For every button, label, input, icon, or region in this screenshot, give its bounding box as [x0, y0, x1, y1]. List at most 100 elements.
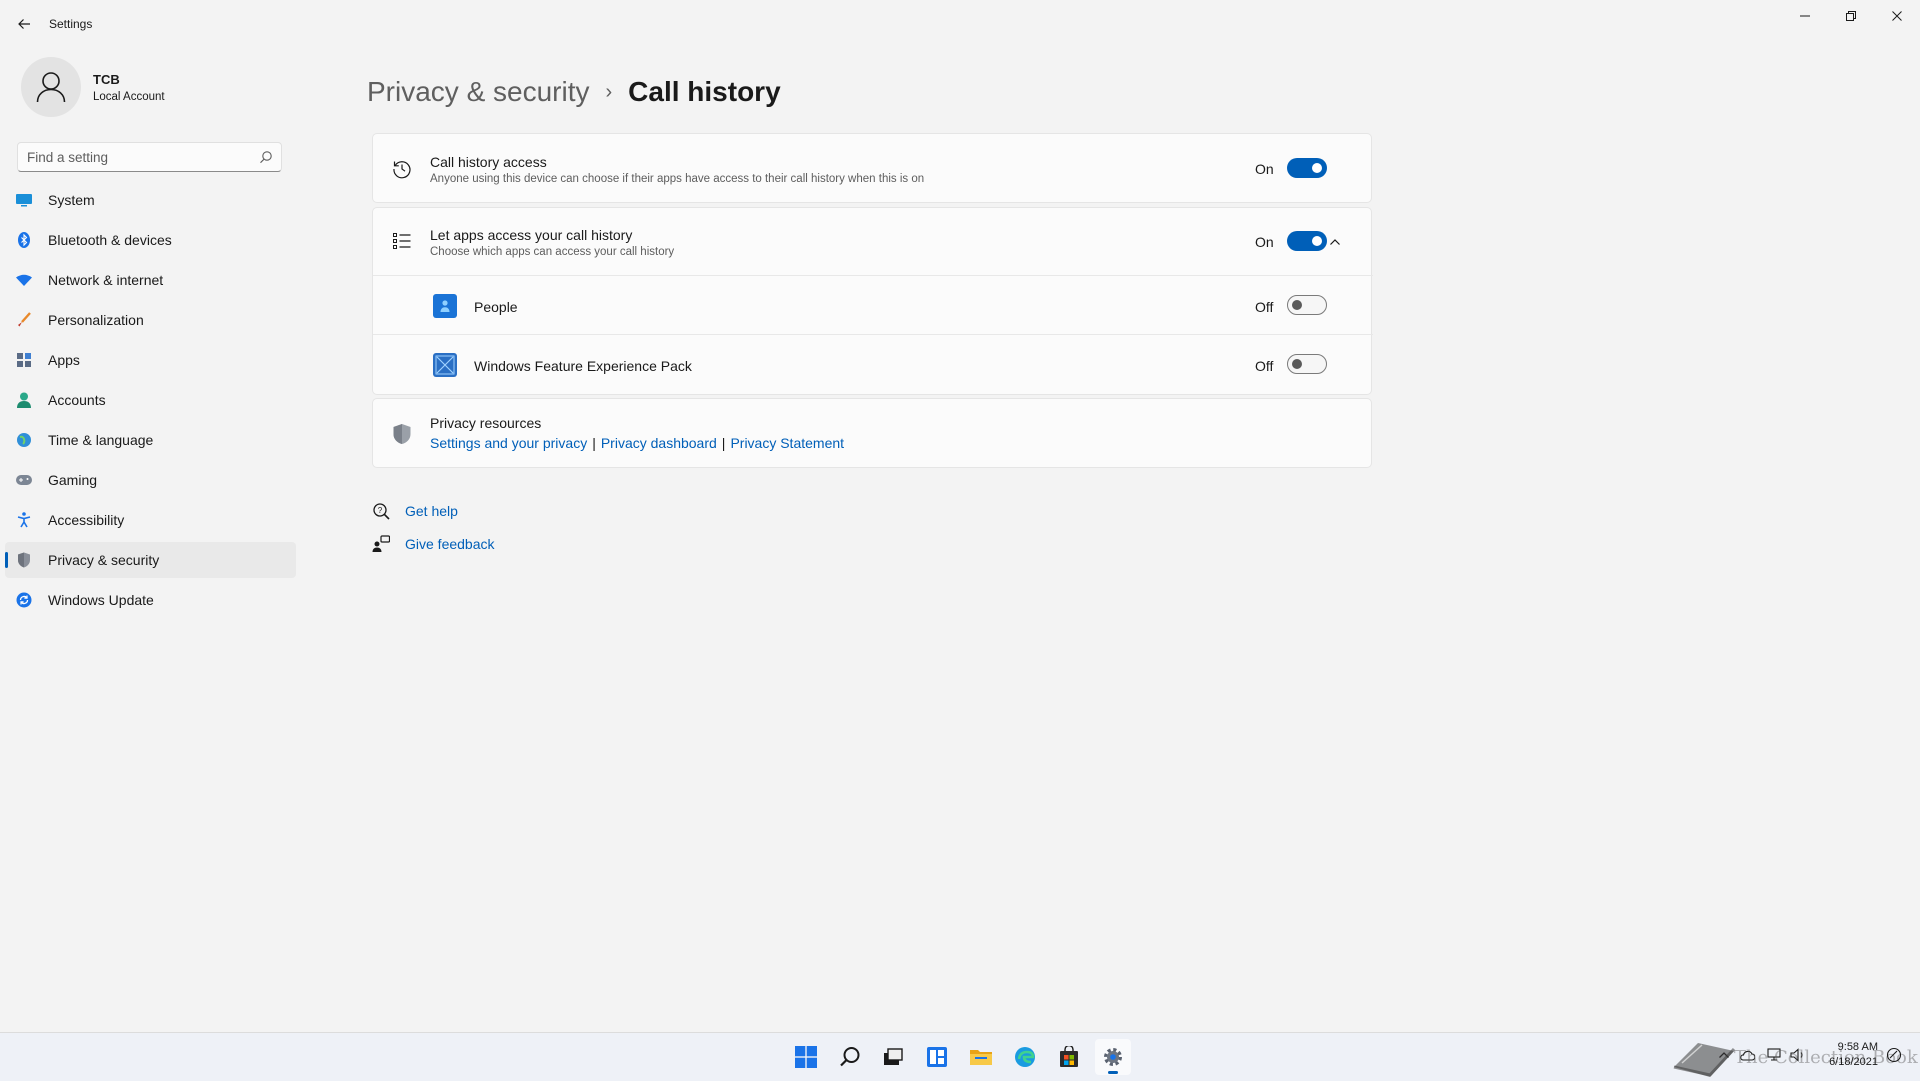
privacy-dashboard-link[interactable]: Privacy dashboard — [601, 435, 717, 451]
sidebar-item-privacy-security[interactable]: Privacy & security — [5, 542, 296, 578]
sidebar-item-bluetooth[interactable]: Bluetooth & devices — [5, 222, 296, 258]
globe-icon — [16, 432, 32, 448]
call-history-access-title: Call history access — [430, 154, 547, 170]
privacy-links: Settings and your privacy | Privacy dashbo… — [430, 435, 844, 453]
privacy-resources-title: Privacy resources — [430, 415, 542, 431]
search-input[interactable] — [18, 143, 247, 171]
sidebar-item-label: Accessibility — [48, 512, 125, 528]
notifications-button[interactable] — [1886, 1047, 1902, 1063]
edge-button[interactable] — [1007, 1039, 1043, 1075]
task-view-button[interactable] — [875, 1039, 911, 1075]
app-state: Off — [1255, 358, 1274, 374]
feature-pack-toggle[interactable] — [1287, 354, 1327, 374]
get-help-row[interactable]: ? Get help — [372, 502, 458, 520]
user-icon — [36, 72, 66, 103]
update-icon — [16, 592, 32, 608]
search-icon — [840, 1047, 860, 1067]
sidebar-item-accounts[interactable]: Accounts — [5, 382, 296, 418]
chevron-right-icon: › — [605, 80, 613, 103]
history-icon — [391, 158, 413, 180]
sidebar-item-label: Apps — [48, 352, 80, 368]
notification-icon — [1886, 1047, 1902, 1063]
app-access-toggle[interactable] — [1287, 231, 1327, 251]
sidebar-item-gaming[interactable]: Gaming — [5, 462, 296, 498]
link-separator: | — [592, 435, 596, 451]
accessibility-icon — [16, 512, 32, 528]
restore-icon — [1846, 11, 1856, 21]
sidebar-item-label: Privacy & security — [48, 552, 160, 568]
clock[interactable]: 9:58 AM 6/18/2021 — [1829, 1040, 1878, 1070]
get-help-link[interactable]: Get help — [405, 503, 458, 519]
people-toggle[interactable] — [1287, 295, 1327, 315]
give-feedback-row[interactable]: Give feedback — [372, 535, 495, 553]
sidebar-item-label: Network & internet — [48, 272, 164, 288]
app-access-description: Choose which apps can access your call h… — [430, 246, 675, 258]
privacy-statement-link[interactable]: Privacy Statement — [730, 435, 844, 451]
list-icon — [391, 230, 413, 252]
app-title: Settings — [49, 17, 93, 31]
app-access-card: Let apps access your call history Choose… — [372, 207, 1373, 395]
app-name: People — [474, 299, 518, 315]
back-button[interactable] — [12, 12, 36, 36]
sidebar-item-time-language[interactable]: Time & language — [5, 422, 296, 458]
sidebar-item-system[interactable]: System — [5, 182, 296, 218]
gamepad-icon — [16, 472, 32, 488]
account-name: TCB — [93, 72, 120, 87]
app-name: Windows Feature Experience Pack — [474, 358, 692, 374]
store-button[interactable] — [1051, 1039, 1087, 1075]
widgets-button[interactable] — [919, 1039, 955, 1075]
collapse-button[interactable] — [1323, 231, 1347, 253]
wifi-icon — [16, 272, 32, 288]
breadcrumb-parent[interactable]: Privacy & security — [367, 76, 590, 108]
restore-button[interactable] — [1828, 0, 1874, 32]
give-feedback-link[interactable]: Give feedback — [405, 536, 495, 552]
get-help-icon: ? — [372, 502, 390, 520]
search-icon[interactable] — [259, 150, 273, 164]
taskbar-search-button[interactable] — [832, 1039, 868, 1075]
privacy-resources-card: Privacy resources Settings and your priv… — [372, 398, 1372, 468]
feature-pack-icon — [433, 353, 457, 377]
widgets-icon — [927, 1047, 947, 1067]
system-icon — [16, 192, 32, 208]
sidebar-item-apps[interactable]: Apps — [5, 342, 296, 378]
sidebar-item-label: Bluetooth & devices — [48, 232, 172, 248]
sidebar-item-windows-update[interactable]: Windows Update — [5, 582, 296, 618]
settings-icon — [1104, 1048, 1122, 1066]
minimize-button[interactable] — [1782, 0, 1828, 32]
sidebar-item-label: Gaming — [48, 472, 98, 488]
close-icon — [1892, 11, 1902, 21]
account-type: Local Account — [93, 91, 165, 103]
close-button[interactable] — [1874, 0, 1920, 32]
divider — [373, 275, 1373, 276]
people-app-icon — [433, 294, 457, 318]
search-box[interactable] — [17, 142, 282, 172]
start-icon — [795, 1046, 817, 1068]
breadcrumb: Privacy & security › Call history — [367, 76, 781, 108]
sidebar-item-personalization[interactable]: Personalization — [5, 302, 296, 338]
task-view-icon — [884, 1048, 903, 1065]
title-bar — [0, 0, 1920, 46]
avatar[interactable] — [21, 57, 81, 117]
bluetooth-icon — [16, 232, 32, 248]
sidebar-item-label: Time & language — [48, 432, 154, 448]
shield-icon — [391, 423, 413, 445]
call-history-access-toggle[interactable] — [1287, 158, 1327, 178]
call-history-access-card: Call history access Anyone using this de… — [372, 133, 1372, 203]
store-icon — [1060, 1046, 1078, 1067]
settings-taskbar-button[interactable] — [1095, 1039, 1131, 1075]
app-access-state: On — [1255, 234, 1274, 250]
sidebar-item-accessibility[interactable]: Accessibility — [5, 502, 296, 538]
person-icon — [16, 392, 32, 408]
link-separator: | — [721, 435, 726, 451]
sidebar-item-network[interactable]: Network & internet — [5, 262, 296, 298]
minimize-icon — [1800, 15, 1810, 17]
sidebar-item-label: Personalization — [48, 312, 144, 328]
edge-icon — [1015, 1047, 1035, 1067]
settings-and-your-privacy-link[interactable]: Settings and your privacy — [430, 435, 587, 451]
apps-icon — [16, 352, 32, 368]
clock-date: 6/18/2021 — [1829, 1056, 1878, 1068]
file-explorer-button[interactable] — [963, 1039, 999, 1075]
shield-icon — [16, 552, 32, 568]
start-button[interactable] — [788, 1039, 824, 1075]
sidebar-item-label: Windows Update — [48, 592, 154, 608]
